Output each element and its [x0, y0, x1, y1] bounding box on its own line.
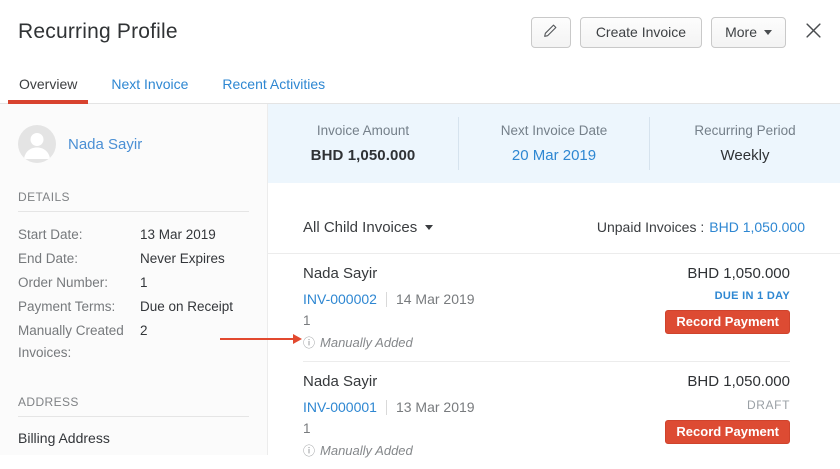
detail-label: Manually Created Invoices:: [18, 318, 140, 364]
detail-row-manually-created-invoices: Manually Created Invoices: 2: [18, 318, 249, 364]
annotation-arrow-icon: [220, 338, 293, 340]
invoice-list: Nada Sayir INV-000002 14 Mar 2019 1 ⓘ Ma…: [268, 254, 840, 469]
caret-down-icon: [425, 225, 433, 230]
create-invoice-button[interactable]: Create Invoice: [580, 17, 702, 48]
info-icon: ⓘ: [303, 334, 315, 351]
pencil-icon: [543, 23, 558, 41]
invoice-note-text: Manually Added: [320, 335, 413, 350]
customer-profile: Nada Sayir: [18, 125, 249, 163]
banner-label: Recurring Period: [650, 123, 840, 138]
filter-label: All Child Invoices: [303, 219, 417, 236]
tab-next-invoice[interactable]: Next Invoice: [100, 64, 199, 103]
invoice-customer: Nada Sayir: [303, 263, 665, 282]
summary-banner: Invoice Amount BHD 1,050.000 Next Invoic…: [268, 104, 840, 183]
detail-row-payment-terms: Payment Terms: Due on Receipt: [18, 294, 249, 318]
detail-row-order-number: Order Number: 1: [18, 270, 249, 294]
content-area: Nada Sayir DETAILS Start Date: 13 Mar 20…: [0, 104, 840, 455]
unpaid-invoices-amount-link[interactable]: BHD 1,050.000: [709, 219, 805, 235]
details-divider: [18, 211, 249, 212]
avatar: [18, 125, 56, 163]
page-header: Recurring Profile Create Invoice More: [0, 0, 840, 64]
divider: [386, 400, 387, 415]
unpaid-invoices-label: Unpaid Invoices :: [597, 219, 704, 235]
tab-recent-activities[interactable]: Recent Activities: [211, 64, 336, 103]
invoice-customer: Nada Sayir: [303, 371, 665, 390]
invoice-amount: BHD 1,050.000: [687, 371, 790, 390]
child-invoices-filter-dropdown[interactable]: All Child Invoices: [303, 219, 433, 236]
child-invoices-header: All Child Invoices Unpaid Invoices : BHD…: [268, 219, 840, 236]
invoice-date: 13 Mar 2019: [396, 399, 475, 415]
banner-invoice-amount: Invoice Amount BHD 1,050.000: [268, 117, 458, 170]
tab-bar: Overview Next Invoice Recent Activities: [0, 64, 840, 104]
invoice-number-link[interactable]: INV-000001: [303, 399, 377, 415]
invoice-note: ⓘ Manually Added: [303, 442, 665, 459]
banner-label: Invoice Amount: [268, 123, 458, 138]
invoice-row[interactable]: Nada Sayir INV-000002 14 Mar 2019 1 ⓘ Ma…: [303, 254, 790, 362]
invoice-note: ⓘ Manually Added: [303, 334, 665, 351]
detail-row-start-date: Start Date: 13 Mar 2019: [18, 222, 249, 246]
banner-label: Next Invoice Date: [459, 123, 649, 138]
address-heading: ADDRESS: [18, 395, 249, 409]
banner-value: Weekly: [650, 147, 840, 164]
more-button[interactable]: More: [711, 17, 786, 48]
invoice-status-badge: DUE IN 1 DAY: [715, 290, 790, 302]
invoice-status-badge: DRAFT: [747, 398, 790, 412]
invoice-row[interactable]: Nada Sayir INV-000001 13 Mar 2019 1 ⓘ Ma…: [303, 362, 790, 469]
info-icon: ⓘ: [303, 442, 315, 459]
detail-value: 1: [140, 270, 148, 294]
more-button-label: More: [725, 24, 757, 40]
detail-value: 13 Mar 2019: [140, 222, 216, 246]
invoice-number-link[interactable]: INV-000002: [303, 291, 377, 307]
caret-down-icon: [764, 30, 772, 35]
close-icon: [805, 22, 822, 42]
banner-recurring-period: Recurring Period Weekly: [649, 117, 840, 170]
main-panel: Invoice Amount BHD 1,050.000 Next Invoic…: [268, 104, 840, 455]
details-heading: DETAILS: [18, 190, 249, 204]
invoice-amount: BHD 1,050.000: [687, 263, 790, 282]
detail-value: 2: [140, 318, 148, 364]
detail-label: Start Date:: [18, 222, 140, 246]
banner-value: BHD 1,050.000: [268, 147, 458, 164]
invoice-quantity: 1: [303, 421, 665, 436]
detail-label: Payment Terms:: [18, 294, 140, 318]
edit-button[interactable]: [531, 17, 571, 48]
detail-value: Never Expires: [140, 246, 225, 270]
banner-next-invoice-date: Next Invoice Date 20 Mar 2019: [458, 117, 649, 170]
address-divider: [18, 416, 249, 417]
detail-label: End Date:: [18, 246, 140, 270]
invoice-note-text: Manually Added: [320, 443, 413, 458]
record-payment-button[interactable]: Record Payment: [665, 420, 790, 444]
invoice-quantity: 1: [303, 313, 665, 328]
close-button[interactable]: [800, 19, 826, 45]
invoice-date: 14 Mar 2019: [396, 291, 475, 307]
tab-overview[interactable]: Overview: [8, 64, 88, 103]
details-list: Start Date: 13 Mar 2019 End Date: Never …: [18, 222, 249, 364]
divider: [386, 292, 387, 307]
record-payment-button[interactable]: Record Payment: [665, 310, 790, 334]
billing-address-label: Billing Address: [18, 430, 249, 446]
next-invoice-date-link[interactable]: 20 Mar 2019: [459, 147, 649, 164]
customer-name-link[interactable]: Nada Sayir: [68, 136, 142, 153]
page-title: Recurring Profile: [18, 20, 178, 44]
detail-value: Due on Receipt: [140, 294, 233, 318]
detail-row-end-date: End Date: Never Expires: [18, 246, 249, 270]
detail-label: Order Number:: [18, 270, 140, 294]
sidebar: Nada Sayir DETAILS Start Date: 13 Mar 20…: [0, 104, 268, 455]
